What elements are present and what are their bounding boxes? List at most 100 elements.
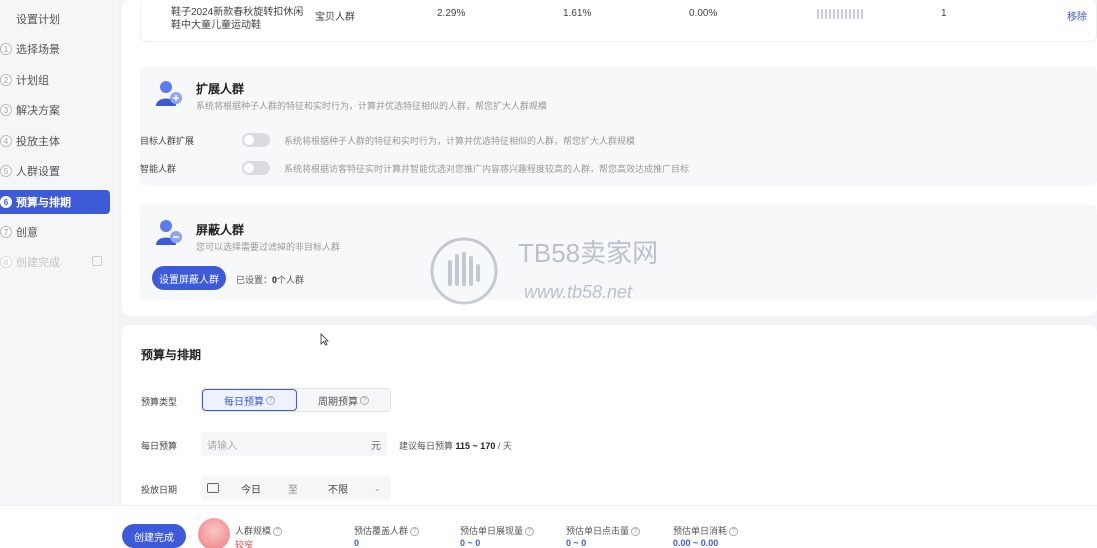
sidebar-step-plan[interactable]: 设置计划 bbox=[0, 8, 110, 30]
block-title: 屏蔽人群 bbox=[196, 223, 245, 237]
smart-crowd-toggle[interactable] bbox=[242, 161, 270, 175]
sidebar-step-scene[interactable]: 1 选择场景 bbox=[0, 38, 110, 60]
step-label: 创意 bbox=[16, 227, 38, 239]
block-status-prefix: 已设置： bbox=[236, 275, 273, 285]
metric-label-text: 预估覆盖人群 bbox=[354, 526, 409, 536]
help-icon[interactable]: ? bbox=[631, 527, 641, 537]
scale-label: 人群规模? bbox=[235, 524, 283, 537]
metric-coverage-value: 0 bbox=[354, 538, 360, 548]
crowd-type: 宝贝人群 bbox=[315, 12, 355, 23]
period-budget-option[interactable]: 周期预算? bbox=[297, 389, 390, 411]
help-icon[interactable]: ? bbox=[266, 395, 275, 405]
date-range-picker[interactable]: 今日 至 不限 ⌄ bbox=[201, 476, 391, 500]
step-number: 7 bbox=[0, 226, 12, 238]
metric-impressions-label: 预估单日展现量? bbox=[460, 524, 535, 537]
step-number: 2 bbox=[0, 74, 12, 86]
crowd-block-icon bbox=[156, 220, 182, 245]
remove-link[interactable]: 移除 bbox=[1067, 8, 1087, 23]
budget-type-segment: 每日预算? 周期预算? bbox=[201, 388, 391, 412]
sidebar-step-budget[interactable]: 6 预算与排期 bbox=[0, 190, 110, 214]
step-number: 1 bbox=[0, 43, 12, 55]
block-status: 已设置：0个人群 bbox=[236, 273, 304, 286]
create-done-button[interactable]: 创建完成 bbox=[122, 524, 186, 548]
watermark-name: TB58卖家网 bbox=[518, 238, 658, 268]
step-label: 选择场景 bbox=[16, 44, 60, 56]
budget-title: 预算与排期 bbox=[141, 348, 202, 362]
metric-3: 0.00% bbox=[689, 8, 718, 19]
crowd-count: 1 bbox=[941, 8, 947, 19]
sidebar-step-group[interactable]: 2 计划组 bbox=[0, 69, 110, 91]
metric-cost-label: 预估单日消耗? bbox=[673, 524, 739, 537]
smart-crowd-desc: 系统将根据访客特征实时计算并智能优选对您推广内容感兴趣程度较高的人群，帮您高效达… bbox=[284, 164, 690, 174]
expand-crowd-section: 扩展人群 系统将根据种子人群的特征和实时行为，计算并优选特征相似的人群，帮您扩大… bbox=[140, 66, 1097, 186]
sidebar-step-subject[interactable]: 4 投放主体 bbox=[0, 130, 110, 152]
trend-bar bbox=[817, 9, 865, 19]
block-desc: 您可以选择需要过滤掉的非目标人群 bbox=[196, 242, 341, 252]
sidebar-step-done: 8 创建完成 bbox=[0, 251, 110, 273]
chevron-down-icon: ⌄ bbox=[374, 483, 381, 493]
step-label: 预算与排期 bbox=[16, 197, 71, 209]
daily-budget-input[interactable]: 请输入 元 bbox=[201, 432, 387, 456]
expand-title: 扩展人群 bbox=[196, 82, 245, 96]
budget-suggestion: 建议每日预算 115 ~ 170 / 天 bbox=[399, 439, 512, 452]
step-label: 设置计划 bbox=[16, 14, 60, 26]
target-expand-desc: 系统将根据种子人群的特征和实时行为，计算并优选特征相似的人群，帮您扩大人群规模 bbox=[284, 136, 636, 146]
block-status-suffix: 个人群 bbox=[277, 275, 305, 285]
step-label: 解决方案 bbox=[16, 105, 60, 117]
mouse-cursor-icon bbox=[320, 333, 329, 346]
step-number: 6 bbox=[0, 196, 12, 208]
smart-crowd-label: 智能人群 bbox=[140, 164, 177, 174]
lock-icon bbox=[92, 256, 102, 266]
set-block-crowd-button[interactable]: 设置屏蔽人群 bbox=[152, 266, 226, 290]
help-icon[interactable]: ? bbox=[360, 395, 369, 405]
metric-impressions-value: 0 ~ 0 bbox=[460, 538, 481, 548]
date-separator: 至 bbox=[288, 484, 298, 496]
step-label: 人群设置 bbox=[16, 166, 60, 178]
watermark-url: www.tb58.net bbox=[524, 282, 633, 302]
help-icon[interactable]: ? bbox=[729, 527, 739, 537]
target-expand-toggle[interactable] bbox=[242, 133, 270, 147]
metric-label-text: 预估单日展现量 bbox=[460, 526, 524, 536]
bottom-summary-bar: 创建完成 人群规模? 较窄 预估覆盖人群? 0 预估单日展现量? 0 ~ 0 预… bbox=[0, 505, 1097, 548]
watermark-logo: TB58卖家网 www.tb58.net bbox=[430, 237, 658, 305]
help-icon[interactable]: ? bbox=[410, 527, 420, 537]
scale-label-text: 人群规模 bbox=[235, 526, 272, 536]
product-name: 鞋子2024新款春秋旋转扣休闲 鞋中大童儿童运动鞋 bbox=[171, 6, 303, 32]
metric-2: 1.61% bbox=[563, 8, 592, 19]
option-label: 周期预算 bbox=[318, 396, 358, 408]
step-number: 5 bbox=[0, 165, 12, 177]
suggest-prefix: 建议每日预算 bbox=[399, 441, 454, 451]
step-label: 投放主体 bbox=[16, 136, 60, 148]
sidebar-step-solution[interactable]: 3 解决方案 bbox=[0, 99, 110, 121]
product-name-line1: 鞋子2024新款春秋旋转扣休闲 bbox=[171, 7, 304, 18]
help-icon[interactable]: ? bbox=[525, 527, 535, 537]
step-number: 4 bbox=[0, 135, 12, 147]
calendar-icon bbox=[207, 483, 219, 493]
daily-budget-label: 每日预算 bbox=[141, 441, 178, 451]
option-label: 每日预算 bbox=[224, 396, 264, 408]
step-number: 8 bbox=[0, 256, 12, 268]
step-indicator bbox=[0, 13, 12, 25]
date-label: 投放日期 bbox=[141, 485, 178, 495]
crowd-expand-icon bbox=[156, 81, 182, 106]
step-label: 计划组 bbox=[16, 75, 49, 87]
currency-unit: 元 bbox=[371, 440, 381, 452]
product-name-line2: 鞋中大童儿童运动鞋 bbox=[171, 20, 261, 31]
metric-clicks-value: 0 ~ 0 bbox=[566, 538, 587, 548]
daily-budget-option[interactable]: 每日预算? bbox=[202, 389, 297, 411]
budget-card: 预算与排期 预算类型 每日预算? 周期预算? 每日预算 请输入 元 建议每日预算… bbox=[122, 325, 1097, 515]
date-start: 今日 bbox=[241, 484, 261, 496]
daily-budget-placeholder: 请输入 bbox=[207, 440, 237, 452]
crowd-table-row: 鞋子2024新款春秋旋转扣休闲 鞋中大童儿童运动鞋 宝贝人群 2.29% 1.6… bbox=[140, 0, 1097, 42]
expand-desc: 系统将根据种子人群的特征和实时行为，计算并优选特征相似的人群，帮您扩大人群规模 bbox=[196, 101, 548, 111]
metric-clicks-label: 预估单日点击量? bbox=[566, 524, 641, 537]
sidebar-step-creative[interactable]: 7 创意 bbox=[0, 221, 110, 243]
metric-cost-value: 0.00 ~ 0.00 bbox=[673, 538, 719, 548]
crowd-scale-gauge bbox=[198, 518, 230, 548]
help-icon[interactable]: ? bbox=[273, 527, 283, 537]
sidebar-step-crowd[interactable]: 5 人群设置 bbox=[0, 160, 110, 182]
suggest-suffix: / 天 bbox=[497, 441, 512, 451]
metric-1: 2.29% bbox=[437, 8, 466, 19]
suggest-range: 115 ~ 170 bbox=[455, 441, 496, 451]
metric-label-text: 预估单日点击量 bbox=[566, 526, 630, 536]
